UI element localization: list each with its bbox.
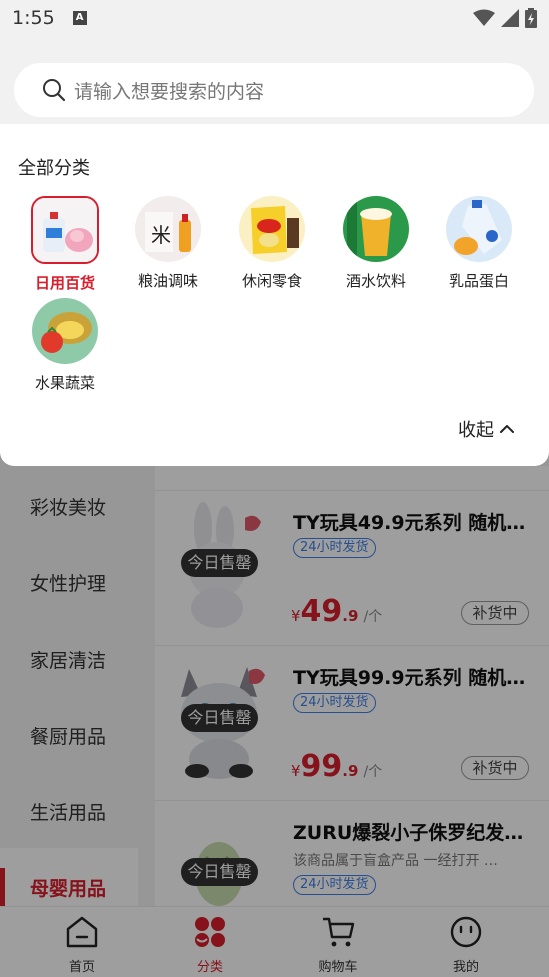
category-panel-heading: 全部分类 (18, 158, 90, 179)
search-input[interactable]: 请输入想要搜索的内容 (14, 63, 534, 117)
daily-goods-image (33, 198, 97, 262)
category-daily-goods[interactable]: 日用百货 (25, 196, 105, 293)
search-area: 请输入想要搜索的内容 (0, 36, 549, 124)
category-thumb (446, 196, 512, 262)
wifi-icon (473, 9, 495, 26)
category-drinks[interactable]: 酒水饮料 (336, 196, 416, 291)
search-icon (43, 79, 66, 102)
category-thumb (31, 196, 99, 264)
signal-icon (501, 9, 519, 27)
category-fruits-vegetables[interactable]: 水果蔬菜 (25, 298, 105, 393)
category-thumb (343, 196, 409, 262)
status-bar: 1:55 A (0, 0, 549, 36)
category-label: 水果蔬菜 (34, 374, 95, 392)
category-label: 乳品蛋白 (448, 272, 509, 290)
collapse-button[interactable]: 收起 (458, 416, 514, 442)
search-placeholder: 请输入想要搜索的内容 (74, 80, 265, 103)
category-dairy[interactable]: 乳品蛋白 (439, 196, 519, 291)
drinks-image (343, 196, 409, 262)
grain-oil-image: 米 (135, 196, 201, 262)
category-label: 酒水饮料 (345, 272, 406, 290)
category-panel: 全部分类 日用百货 米 粮油调味 休闲零食 酒水饮料 乳品蛋白 水果蔬菜 收起 (0, 124, 549, 466)
fruits-vegetables-image (32, 298, 98, 364)
dairy-image (446, 196, 512, 262)
category-thumb (32, 298, 98, 364)
category-grain-oil[interactable]: 米 粮油调味 (128, 196, 208, 291)
svg-text:米: 米 (151, 223, 171, 247)
category-label: 日用百货 (34, 274, 95, 292)
collapse-label: 收起 (458, 420, 494, 441)
battery-icon (525, 8, 537, 28)
chevron-up-icon (500, 425, 514, 433)
snacks-image (239, 196, 305, 262)
category-snacks[interactable]: 休闲零食 (232, 196, 312, 291)
status-time: 1:55 (12, 7, 55, 29)
category-thumb: 米 (135, 196, 201, 262)
category-label: 休闲零食 (241, 272, 302, 290)
category-label: 粮油调味 (137, 272, 198, 290)
notification-a-icon: A (72, 11, 87, 25)
status-icons (473, 8, 537, 28)
category-thumb (239, 196, 305, 262)
